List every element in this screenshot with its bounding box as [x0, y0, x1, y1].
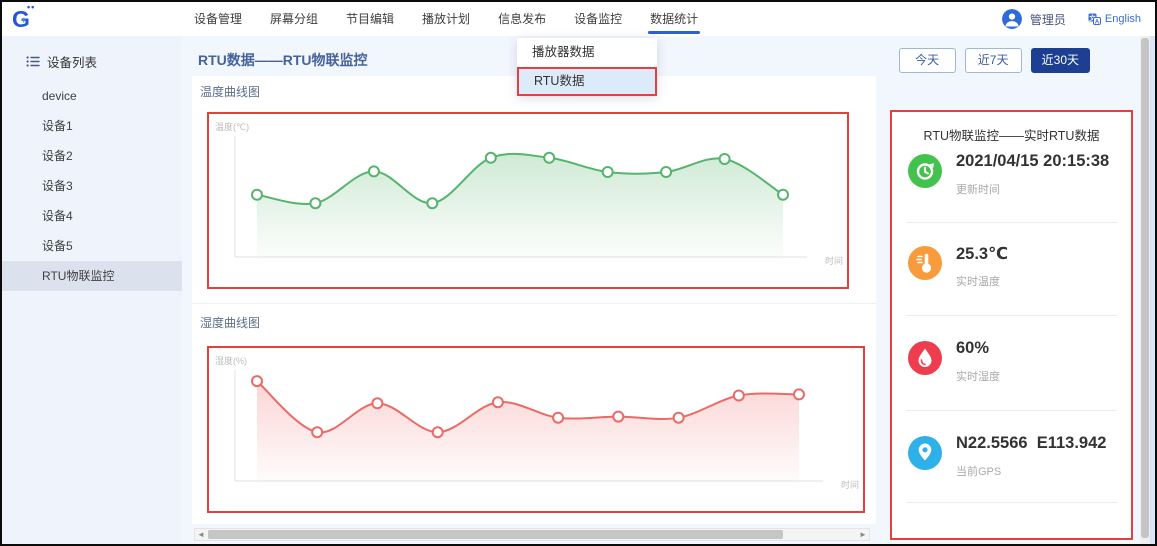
realtime-rtu-panel: RTU物联监控——实时RTU数据 2021/04/15 20:15:38 更新时间… — [890, 110, 1133, 540]
range-button-近7天[interactable]: 近7天 — [965, 48, 1022, 73]
user-avatar[interactable] — [1002, 9, 1022, 29]
sidebar-header-label: 设备列表 — [47, 52, 97, 71]
logo-plus: + — [21, 15, 26, 25]
sidebar-item-RTU物联监控[interactable]: RTU物联监控 — [2, 261, 182, 291]
sidebar-item-设备2[interactable]: 设备2 — [2, 141, 182, 171]
panel-item-value: 2021/04/15 20:15:38 — [956, 152, 1109, 171]
sidebar-item-设备3[interactable]: 设备3 — [2, 171, 182, 201]
thermometer-icon — [908, 246, 942, 280]
range-button-近30天[interactable]: 近30天 — [1031, 48, 1090, 73]
panel-item-value: N22.5566 E113.942 — [956, 434, 1106, 453]
temperature-line-chart — [209, 114, 843, 283]
annotation-box-humidity-chart: 湿度(%) 时间 — [207, 346, 865, 513]
panel-item-更新时间: 2021/04/15 20:15:38 更新时间 — [908, 152, 1121, 214]
sidebar-item-device[interactable]: device — [2, 81, 182, 111]
card-divider — [192, 303, 876, 304]
range-button-今天[interactable]: 今天 — [899, 48, 956, 73]
gps-map-pin-icon — [908, 436, 942, 470]
panel-item-value: 60% — [956, 339, 989, 358]
sidebar-item-设备1[interactable]: 设备1 — [2, 111, 182, 141]
panel-item-实时温度: 25.3℃ 实时温度 — [908, 244, 1121, 306]
charts-card: 温度曲线图 温度(℃) 时间 湿度曲线图 湿度(%) 时间 — [192, 76, 876, 524]
nav-item-设备监控[interactable]: 设备监控 — [560, 2, 636, 36]
panel-item-label: 实时湿度 — [956, 368, 1000, 384]
annotation-box-temperature-chart: 温度(℃) 时间 — [207, 112, 849, 289]
scroll-left-arrow-icon[interactable]: ◄ — [195, 529, 207, 540]
panel-item-value: 25.3℃ — [956, 244, 1008, 264]
vertical-scroll-thumb[interactable] — [1141, 38, 1149, 538]
refresh-clock-icon — [908, 154, 942, 188]
translate-icon: 文A — [1088, 13, 1101, 25]
temperature-chart-label: 温度曲线图 — [200, 83, 260, 100]
brand-logo-icon[interactable]: G •• + — [12, 6, 42, 32]
panel-divider — [906, 410, 1117, 411]
humidity-y-axis-label: 湿度(%) — [215, 354, 247, 367]
panel-divider — [906, 315, 1117, 316]
temperature-x-axis-label: 时间 — [825, 254, 843, 267]
nav-item-节目编辑[interactable]: 节目编辑 — [332, 2, 408, 36]
panel-title: RTU物联监控——实时RTU数据 — [892, 125, 1131, 144]
logo-dots: •• — [27, 2, 35, 12]
app-window: G •• + 设备管理屏幕分组节目编辑播放计划信息发布设备监控数据统计 管理员 … — [0, 0, 1157, 546]
dropdown-item-RTU数据[interactable]: RTU数据 — [517, 67, 657, 96]
nav-item-信息发布[interactable]: 信息发布 — [484, 2, 560, 36]
horizontal-scroll-thumb[interactable] — [208, 530, 783, 539]
user-name[interactable]: 管理员 — [1030, 11, 1066, 28]
nav-item-播放计划[interactable]: 播放计划 — [408, 2, 484, 36]
panel-item-实时湿度: 60% 实时湿度 — [908, 339, 1121, 401]
panel-divider — [906, 222, 1117, 223]
panel-item-label: 当前GPS — [956, 463, 1001, 479]
panel-item-label: 实时温度 — [956, 273, 1000, 289]
sidebar-header: 设备列表 — [2, 36, 182, 81]
scroll-right-arrow-icon[interactable]: ► — [857, 529, 869, 540]
temperature-y-axis-label: 温度(℃) — [215, 120, 249, 133]
panel-divider — [906, 502, 1117, 503]
device-list: device设备1设备2设备3设备4设备5RTU物联监控 — [2, 81, 182, 291]
sidebar-item-设备5[interactable]: 设备5 — [2, 231, 182, 261]
svg-text:A: A — [1095, 19, 1100, 25]
dropdown-item-播放器数据[interactable]: 播放器数据 — [517, 38, 657, 67]
top-navigation: G •• + 设备管理屏幕分组节目编辑播放计划信息发布设备监控数据统计 管理员 … — [2, 2, 1155, 36]
statistics-dropdown-menu: 播放器数据RTU数据 — [517, 38, 657, 96]
humidity-x-axis-label: 时间 — [841, 478, 859, 491]
nav-item-数据统计[interactable]: 数据统计 — [636, 2, 712, 36]
page-title: RTU数据——RTU物联监控 — [198, 50, 368, 70]
nav-item-屏幕分组[interactable]: 屏幕分组 — [256, 2, 332, 36]
date-range-buttons: 今天近7天近30天 — [899, 48, 1090, 73]
panel-item-当前GPS: N22.5566 E113.942 当前GPS — [908, 434, 1121, 496]
humidity-drop-icon — [908, 341, 942, 375]
nav-item-设备管理[interactable]: 设备管理 — [180, 2, 256, 36]
sidebar-item-设备4[interactable]: 设备4 — [2, 201, 182, 231]
window-edge-strip — [1150, 36, 1155, 544]
horizontal-scrollbar[interactable]: ◄ ► — [194, 528, 870, 541]
nav-user-area: 管理员 文A English — [1002, 9, 1155, 29]
panel-item-label: 更新时间 — [956, 181, 1000, 197]
humidity-chart-label: 湿度曲线图 — [200, 314, 260, 331]
language-switch[interactable]: 文A English — [1088, 13, 1141, 25]
nav-menu: 设备管理屏幕分组节目编辑播放计划信息发布设备监控数据统计 — [180, 2, 712, 36]
list-icon — [26, 55, 40, 68]
humidity-line-chart — [209, 348, 859, 507]
device-sidebar: 设备列表 device设备1设备2设备3设备4设备5RTU物联监控 — [2, 36, 182, 544]
vertical-scrollbar[interactable] — [1140, 36, 1150, 544]
